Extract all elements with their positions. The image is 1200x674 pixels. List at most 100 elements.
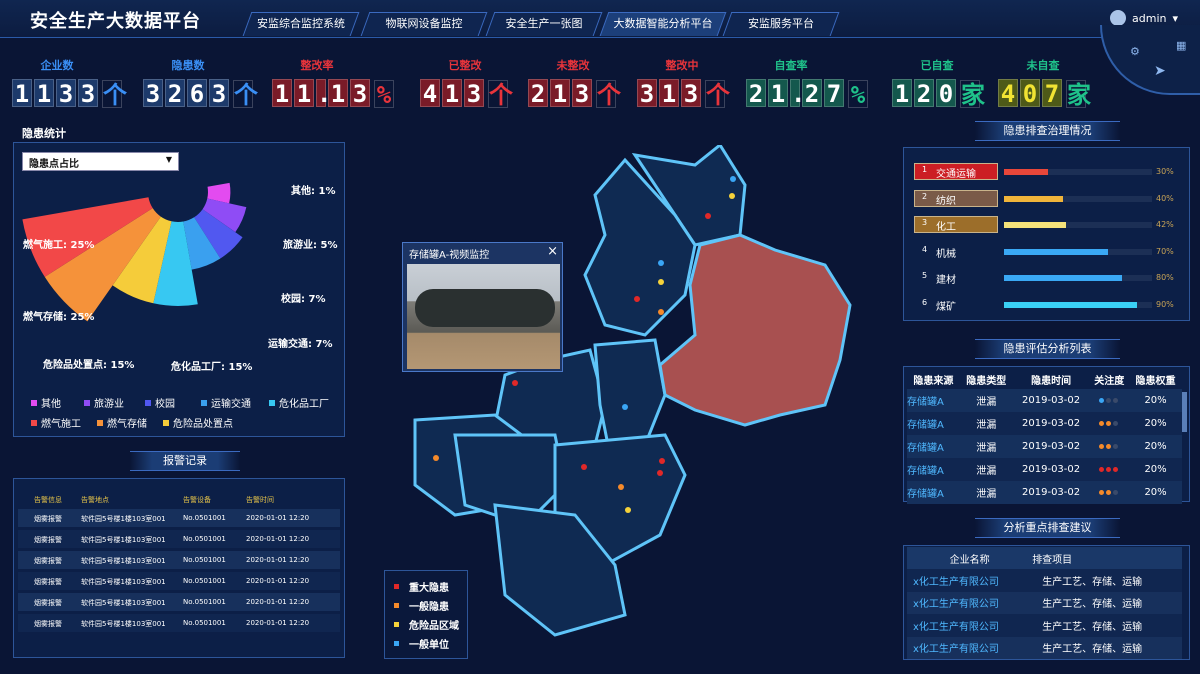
rank-item[interactable]: 2 纺织 40% (914, 189, 1180, 208)
close-icon[interactable]: × (547, 244, 558, 259)
video-feed[interactable] (407, 264, 560, 369)
rank-number: 6 (922, 297, 928, 307)
eval-row[interactable]: 存储罐A 泄漏 2019-03-02 20% (907, 412, 1182, 435)
marker-serious[interactable] (581, 464, 587, 470)
alarm-cell: 软件园5号楼1楼103室001 (81, 599, 166, 607)
pie-legend-item[interactable]: 其他 (31, 395, 61, 410)
pie-legend-item[interactable]: 危险品处置点 (163, 415, 233, 430)
eval-attention (1089, 412, 1129, 435)
suggest-row[interactable]: x化工生产有限公司 生产工艺、存储、运输 (907, 591, 1182, 614)
marker-serious[interactable] (657, 470, 663, 476)
alarm-cell: 烟雾报警 (34, 578, 62, 586)
tab-1[interactable]: 安监综合监控系统 (242, 12, 360, 36)
tab-2[interactable]: 物联网设备监控 (360, 12, 488, 36)
alarm-cell: No.0501001 (183, 535, 226, 543)
eval-scrollbar[interactable] (1182, 392, 1187, 432)
rank-percent: 80% (1156, 273, 1174, 282)
eval-row[interactable]: 存储罐A 泄漏 2019-03-02 20% (907, 458, 1182, 481)
suggest-row[interactable]: x化工生产有限公司 生产工艺、存储、运输 (907, 636, 1182, 659)
rank-item[interactable]: 6 煤矿 90% (914, 296, 1180, 314)
alarm-cell: 软件园5号楼1楼103室001 (81, 515, 166, 523)
kpi-digit: 3 (209, 79, 229, 108)
kpi-digit: 2 (746, 79, 766, 108)
ratio-select[interactable]: 隐患点占比 ▼ (22, 152, 179, 171)
alarm-cell: No.0501001 (183, 598, 226, 606)
suggest-company: x化工生产有限公司 (913, 599, 999, 611)
alarm-cell: No.0501001 (183, 577, 226, 585)
alarm-header: 告警信息 (34, 496, 62, 504)
pie-legend-item[interactable]: 危化品工厂 (269, 395, 329, 410)
marker-unit[interactable] (622, 404, 628, 410)
marker-serious[interactable] (634, 296, 640, 302)
gear-icon[interactable]: ⚙ (1130, 45, 1140, 58)
kpi-unit: 个 (596, 80, 621, 109)
app-title: 安全生产大数据平台 (30, 11, 201, 32)
rank-percent: 90% (1156, 299, 1174, 309)
grid-icon[interactable]: ▦ (1176, 39, 1186, 52)
eval-row[interactable]: 存储罐A 泄漏 2019-03-02 20% (907, 481, 1182, 504)
rank-item[interactable]: 1 交通运输 30% (914, 163, 1180, 181)
marker-general[interactable] (658, 309, 664, 315)
alarm-cell: 软件园5号楼1楼103室001 (81, 557, 166, 565)
marker-serious[interactable] (659, 458, 665, 464)
suggest-row[interactable]: x化工生产有限公司 生产工艺、存储、运输 (907, 569, 1182, 592)
video-popup: 存储罐A-视频监控 × (402, 242, 563, 372)
rank-label: 交通运输 (936, 169, 976, 180)
kpi-digit: 3 (464, 79, 484, 108)
quick-menu-dial[interactable]: ➤ ⚙ ▦ (1100, 25, 1200, 95)
user-menu[interactable]: admin ▾ (1110, 10, 1178, 26)
eval-weight: 20% (1144, 464, 1167, 475)
rank-bar-track (1004, 248, 1152, 255)
legend-label: 一般单位 (409, 640, 449, 651)
pie-legend-item[interactable]: 燃气施工 (31, 415, 81, 430)
rank-item[interactable]: 5 建材 80% (914, 269, 1180, 287)
legend-swatch (84, 399, 90, 406)
attention-dot (1098, 398, 1104, 403)
attention-dot (1105, 467, 1111, 472)
tab-label: 安监服务平台 (748, 17, 814, 30)
marker-danger-zone[interactable] (625, 507, 631, 513)
kpi-digit: 1 (272, 79, 292, 108)
pie-legend-item[interactable]: 燃气存储 (97, 415, 147, 430)
alarm-cell: 2020-01-01 12:20 (246, 535, 310, 543)
map-legend-item: 一般隐患 (394, 598, 449, 613)
marker-serious[interactable] (705, 213, 711, 219)
marker-general[interactable] (433, 455, 439, 461)
eval-row[interactable]: 存储罐A 泄漏 2019-03-02 20% (907, 389, 1182, 412)
rose-label: 危险品处置点: 15% (43, 358, 134, 371)
marker-serious[interactable] (512, 380, 518, 386)
eval-row[interactable]: 存储罐A 泄漏 2019-03-02 20% (907, 435, 1182, 458)
tab-label: 安监综合监控系统 (257, 17, 345, 30)
rank-percent: 42% (1156, 220, 1174, 229)
marker-general[interactable] (618, 484, 624, 490)
suggest-header: 排查项目 (1032, 554, 1073, 566)
marker-danger-zone[interactable] (729, 193, 735, 199)
pie-legend-item[interactable]: 运输交通 (201, 395, 251, 410)
map-legend-item: 一般单位 (394, 636, 449, 651)
tab-3[interactable]: 安全生产一张图 (485, 12, 603, 36)
eval-table: 隐患来源 隐患类型 隐患时间 关注度 隐患权重 存储罐A 泄漏 2019-03-02 20% 存… (907, 369, 1182, 504)
rank-item[interactable]: 4 机械 70% (914, 243, 1180, 261)
marker-unit[interactable] (730, 176, 736, 182)
rank-bar-fill (1004, 169, 1049, 175)
kpi-digit: 3 (572, 79, 592, 108)
pie-legend-item[interactable]: 旅游业 (84, 395, 124, 410)
rank-label: 机械 (936, 248, 956, 260)
pie-legend-item[interactable]: 校园 (145, 395, 175, 410)
eval-source: 存储罐A (907, 420, 944, 431)
tab-4[interactable]: 大数据智能分析平台 (599, 12, 727, 36)
marker-unit[interactable] (658, 260, 664, 266)
nav-arrow-icon[interactable]: ➤ (1154, 63, 1166, 79)
kpi-digit: 2 (802, 79, 822, 108)
marker-danger-zone[interactable] (658, 279, 664, 285)
rank-bar-track (1004, 222, 1152, 228)
rank-item[interactable]: 3 化工 42% (914, 216, 1180, 234)
eval-header: 关注度 (1094, 375, 1125, 387)
user-avatar-icon (1110, 10, 1126, 26)
rank-percent: 70% (1156, 246, 1174, 256)
suggest-row[interactable]: x化工生产有限公司 生产工艺、存储、运输 (907, 614, 1182, 637)
tab-5[interactable]: 安监服务平台 (722, 12, 840, 36)
kpi-label: 整改率 (300, 59, 334, 72)
kpi-digit: 2 (914, 79, 934, 108)
attention-dot (1098, 421, 1104, 426)
